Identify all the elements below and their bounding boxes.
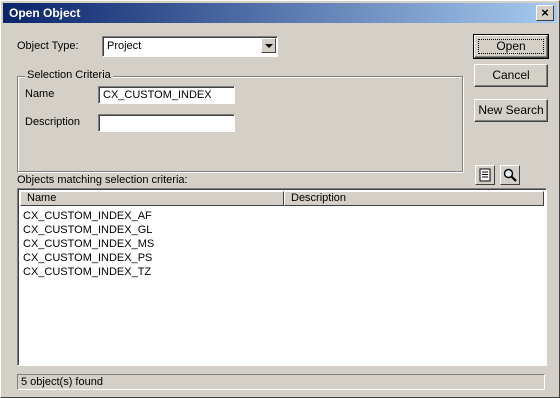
selection-criteria-legend: Selection Criteria — [25, 69, 113, 81]
open-button[interactable]: Open — [473, 34, 549, 59]
name-label: Name — [25, 88, 55, 100]
cancel-button-label: Cancel — [492, 68, 530, 82]
title-bar[interactable]: Open Object × — [3, 3, 557, 23]
cancel-button[interactable]: Cancel — [474, 64, 548, 87]
list-item[interactable]: CX_CUSTOM_INDEX_TZ — [23, 266, 151, 278]
status-bar: 5 object(s) found — [17, 374, 545, 390]
object-type-dropdown[interactable]: Project — [102, 36, 278, 57]
window-title: Open Object — [9, 6, 81, 20]
list-properties-icon — [479, 168, 491, 182]
properties-button[interactable] — [475, 165, 495, 185]
status-text: 5 object(s) found — [21, 376, 103, 388]
column-header-name[interactable]: Name — [20, 191, 284, 206]
close-button[interactable]: × — [536, 5, 554, 21]
column-header-description[interactable]: Description — [284, 191, 544, 206]
new-search-button-label: New Search — [478, 103, 544, 117]
results-label: Objects matching selection criteria: — [17, 174, 188, 186]
new-search-button[interactable]: New Search — [474, 99, 548, 122]
object-type-label: Object Type: — [17, 40, 79, 52]
list-item[interactable]: CX_CUSTOM_INDEX_GL — [23, 224, 152, 236]
open-object-dialog: Open Object × Object Type: Project Selec… — [0, 0, 560, 398]
results-list[interactable]: Name Description CX_CUSTOM_INDEX_AF CX_C… — [17, 188, 547, 366]
name-input[interactable]: CX_CUSTOM_INDEX — [98, 86, 235, 104]
object-type-value: Project — [107, 40, 142, 52]
selection-criteria-group: Selection Criteria — [17, 69, 463, 172]
list-item[interactable]: CX_CUSTOM_INDEX_PS — [23, 252, 152, 264]
description-label: Description — [25, 116, 81, 128]
description-input[interactable] — [98, 114, 235, 132]
magnifier-icon — [503, 168, 517, 182]
name-input-value: CX_CUSTOM_INDEX — [103, 89, 212, 101]
list-item[interactable]: CX_CUSTOM_INDEX_MS — [23, 238, 154, 250]
chevron-down-icon[interactable] — [261, 38, 276, 53]
search-button[interactable] — [500, 165, 520, 185]
list-item[interactable]: CX_CUSTOM_INDEX_AF — [23, 210, 152, 222]
